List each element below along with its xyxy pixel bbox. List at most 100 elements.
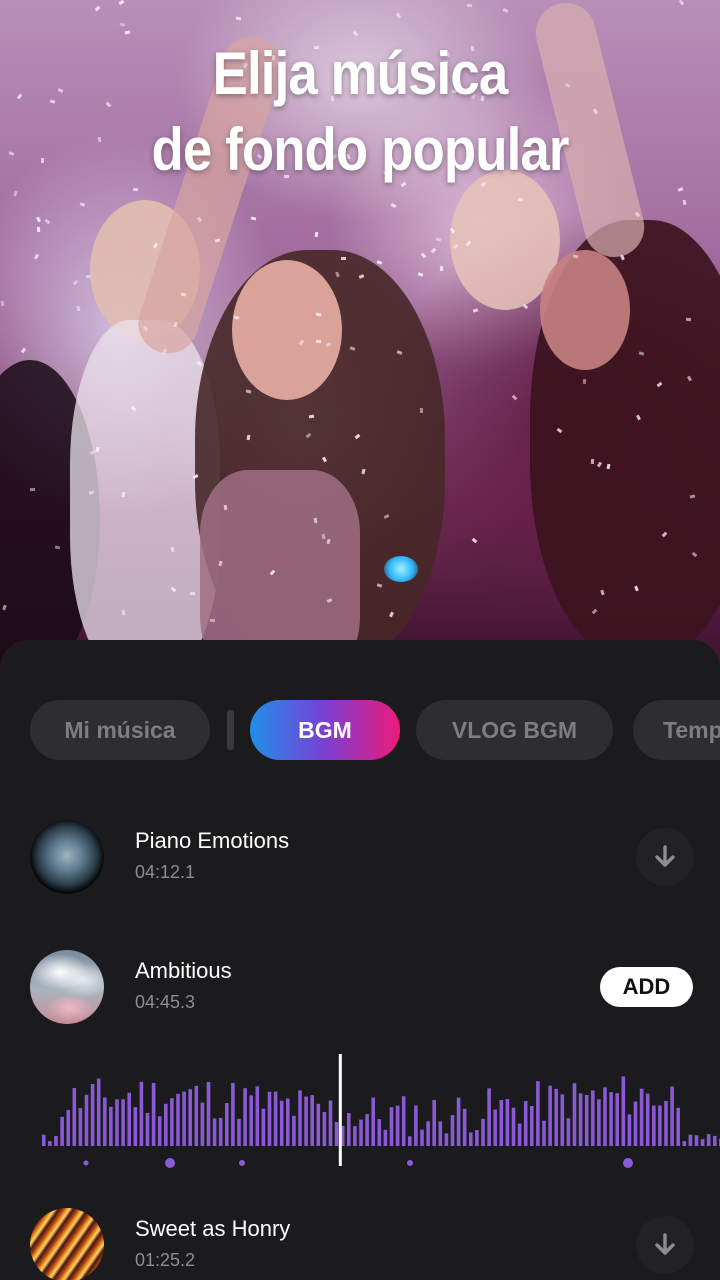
waveform-bar bbox=[401, 1096, 406, 1146]
beat-marker[interactable] bbox=[165, 1158, 175, 1168]
confetti-piece bbox=[439, 265, 444, 272]
waveform-bar bbox=[188, 1089, 192, 1146]
waveform-bar bbox=[316, 1103, 321, 1146]
download-button[interactable] bbox=[636, 1216, 694, 1274]
confetti-piece bbox=[124, 30, 131, 35]
confetti-piece bbox=[76, 305, 81, 312]
waveform-bar bbox=[572, 1083, 577, 1146]
audio-waveform[interactable] bbox=[0, 1050, 720, 1170]
waveform-bar bbox=[627, 1114, 632, 1146]
track-title: Sweet as Honry bbox=[135, 1216, 291, 1241]
waveform-bar bbox=[682, 1141, 687, 1146]
waveform-bar bbox=[304, 1096, 308, 1146]
tab-temp[interactable]: Temp bbox=[633, 700, 720, 760]
confetti-piece bbox=[20, 347, 27, 354]
confetti-piece bbox=[502, 8, 509, 13]
tab-divider bbox=[227, 710, 234, 750]
add-button[interactable]: ADD bbox=[600, 967, 693, 1007]
waveform-bar bbox=[670, 1086, 674, 1146]
waveform-bar bbox=[212, 1118, 217, 1146]
track-row[interactable]: Ambitious 04:45.3 ADD bbox=[0, 950, 720, 1030]
confetti-piece bbox=[315, 339, 322, 344]
confetti-piece bbox=[132, 187, 139, 192]
confetti-piece bbox=[16, 93, 23, 100]
waveform-bar bbox=[353, 1126, 357, 1146]
download-icon bbox=[655, 845, 675, 867]
waveform-bar bbox=[639, 1088, 644, 1146]
waveform-bar bbox=[395, 1105, 400, 1146]
waveform-bar bbox=[609, 1092, 613, 1146]
waveform-bar bbox=[334, 1122, 339, 1146]
track-duration: 01:25.2 bbox=[135, 1250, 196, 1270]
track-title: Ambitious bbox=[135, 958, 232, 983]
confetti-piece bbox=[340, 256, 347, 261]
confetti-piece bbox=[223, 504, 228, 511]
waveform-bar bbox=[420, 1129, 424, 1146]
download-button[interactable] bbox=[636, 828, 694, 886]
track-duration: 04:45.3 bbox=[135, 992, 196, 1012]
waveform-bar bbox=[237, 1118, 241, 1146]
waveform-bar bbox=[475, 1129, 479, 1146]
confetti-piece bbox=[36, 226, 41, 233]
tab-mi-musica[interactable]: Mi música bbox=[30, 700, 210, 760]
light-glow bbox=[384, 556, 418, 582]
confetti-piece bbox=[430, 247, 437, 254]
tab-vlog-bgm[interactable]: VLOG BGM bbox=[416, 700, 613, 760]
waveform-bar bbox=[493, 1109, 497, 1146]
waveform-bar bbox=[536, 1081, 540, 1146]
confetti-piece bbox=[314, 231, 319, 238]
waveform-bar bbox=[450, 1115, 455, 1146]
beat-marker[interactable] bbox=[407, 1160, 413, 1166]
waveform-bar bbox=[145, 1112, 150, 1146]
waveform-bar bbox=[676, 1107, 680, 1146]
playhead[interactable] bbox=[338, 1054, 342, 1166]
confetti-piece bbox=[471, 537, 478, 544]
track-row[interactable]: Sweet as Honry 01:25.2 bbox=[0, 1208, 720, 1280]
confetti-piece bbox=[517, 197, 524, 202]
music-sheet: Mi música BGM VLOG BGM Temp Piano Emotio… bbox=[0, 640, 720, 1280]
confetti-piece bbox=[466, 3, 473, 8]
confetti-piece bbox=[582, 378, 587, 385]
waveform-bar bbox=[487, 1088, 491, 1146]
waveform-bar bbox=[286, 1098, 290, 1146]
waveform-bar bbox=[560, 1094, 565, 1146]
hero-title: Elija música de fondo popular bbox=[43, 36, 677, 188]
track-row[interactable]: Piano Emotions 04:12.1 bbox=[0, 820, 720, 900]
waveform-bar bbox=[42, 1134, 46, 1146]
waveform-bar bbox=[218, 1117, 223, 1146]
confetti-piece bbox=[189, 591, 196, 596]
waveform-bar bbox=[225, 1102, 229, 1146]
album-art-sweet-as-honry bbox=[30, 1208, 104, 1280]
confetti-piece bbox=[678, 0, 685, 6]
waveform-bar bbox=[206, 1082, 211, 1146]
waveform-bar bbox=[151, 1082, 156, 1146]
beat-marker[interactable] bbox=[623, 1158, 633, 1168]
hero-banner: Elija música de fondo popular bbox=[0, 0, 720, 680]
waveform-bar bbox=[72, 1087, 77, 1146]
confetti-piece bbox=[682, 199, 687, 206]
download-icon bbox=[655, 1233, 675, 1255]
beat-marker[interactable] bbox=[239, 1160, 245, 1166]
tab-bgm[interactable]: BGM bbox=[250, 700, 400, 760]
waveform-bar bbox=[566, 1118, 571, 1146]
waveform-bar bbox=[597, 1099, 601, 1146]
waveform-bar bbox=[469, 1132, 473, 1146]
waveform-bar bbox=[139, 1081, 144, 1146]
waveform-bar bbox=[66, 1110, 70, 1146]
waveform-bar bbox=[103, 1097, 107, 1146]
beat-marker[interactable] bbox=[83, 1160, 89, 1166]
confetti-piece bbox=[419, 407, 424, 414]
hero-title-line-2: de fondo popular bbox=[151, 116, 569, 183]
waveform-bar bbox=[48, 1141, 52, 1146]
waveform-bar bbox=[182, 1091, 186, 1146]
waveform-bar bbox=[96, 1078, 101, 1146]
confetti-piece bbox=[170, 546, 175, 553]
waveform-bar bbox=[408, 1136, 412, 1146]
confetti-piece bbox=[121, 609, 126, 616]
waveform-bar bbox=[523, 1101, 528, 1146]
waveform-bar bbox=[109, 1106, 113, 1146]
confetti-piece bbox=[235, 16, 242, 21]
confetti-piece bbox=[119, 22, 126, 27]
confetti-piece bbox=[33, 253, 40, 260]
confetti-piece bbox=[8, 151, 15, 156]
